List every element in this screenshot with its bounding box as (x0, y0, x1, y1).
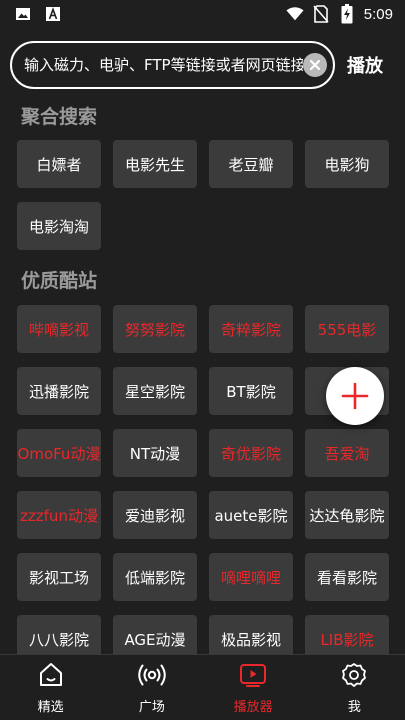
search-row: 播放 (10, 40, 400, 90)
battery-charging-icon (338, 4, 356, 24)
nav-item-me[interactable]: 我 (314, 661, 394, 715)
search-input[interactable] (24, 56, 303, 74)
plus-icon (341, 382, 369, 410)
site-chip[interactable]: 达达龟影院 (305, 491, 389, 539)
no-sim-icon (312, 5, 330, 23)
site-chip[interactable]: OmoFu动漫 (17, 429, 101, 477)
site-chip[interactable]: 哔嘀影视 (17, 305, 101, 353)
section-title-aggregate-search: 聚合搜索 (21, 106, 98, 128)
site-chip[interactable]: 努努影院 (113, 305, 197, 353)
site-chip[interactable]: 迅播影院 (17, 367, 101, 415)
settings-gear-icon (340, 661, 368, 693)
site-chip[interactable]: 低端影院 (113, 553, 197, 601)
site-chip[interactable]: 555电影 (305, 305, 389, 353)
site-chip[interactable]: 看看影院 (305, 553, 389, 601)
nav-label: 我 (347, 699, 361, 715)
site-chip[interactable]: 奇优影院 (209, 429, 293, 477)
site-chip[interactable]: auete影院 (209, 491, 293, 539)
site-chip[interactable]: 电影淘淘 (17, 202, 101, 250)
site-chip[interactable]: 电影狗 (305, 140, 389, 188)
site-chip[interactable]: 嘀哩嘀哩 (209, 553, 293, 601)
wifi-icon (286, 5, 304, 23)
site-chip[interactable]: 奇粹影院 (209, 305, 293, 353)
nav-item-square[interactable]: 广场 (112, 661, 192, 715)
site-chip[interactable]: 星空影院 (113, 367, 197, 415)
home-icon (37, 661, 65, 693)
broadcast-icon (137, 661, 167, 693)
bottom-nav: 精选 广场 播放器 我 (0, 654, 405, 720)
site-chip[interactable]: 吾爱淘 (305, 429, 389, 477)
status-bar: 5:09 (0, 0, 405, 28)
section-title-quality-sites: 优质酷站 (21, 270, 98, 292)
site-chip[interactable]: 白嫖者 (17, 140, 101, 188)
search-box[interactable] (10, 41, 335, 89)
nav-label: 播放器 (233, 699, 273, 715)
site-chip[interactable]: 电影先生 (113, 140, 197, 188)
play-button[interactable]: 播放 (347, 52, 383, 78)
add-button[interactable] (326, 367, 384, 425)
clear-icon[interactable] (303, 53, 327, 77)
font-a-icon (44, 5, 62, 23)
image-icon (14, 5, 32, 23)
site-chip[interactable]: 老豆瓣 (209, 140, 293, 188)
site-chip[interactable]: 爱迪影视 (113, 491, 197, 539)
player-icon (238, 661, 268, 693)
site-chip[interactable]: 影视工场 (17, 553, 101, 601)
site-chip[interactable]: BT影院 (209, 367, 293, 415)
aggregate-search-grid: 白嫖者 电影先生 老豆瓣 电影狗电影淘淘 (17, 140, 389, 250)
site-chip[interactable]: NT动漫 (113, 429, 197, 477)
status-time: 5:09 (363, 5, 393, 23)
quality-sites-grid: 哔嘀影视努努影院奇粹影院555电影迅播影院星空影院BT影院南OmoFu动漫NT动… (17, 305, 389, 663)
site-chip[interactable]: zzzfun动漫 (17, 491, 101, 539)
nav-label: 广场 (138, 699, 165, 715)
nav-label: 精选 (37, 699, 64, 715)
nav-item-player[interactable]: 播放器 (213, 661, 293, 715)
nav-item-featured[interactable]: 精选 (11, 661, 91, 715)
